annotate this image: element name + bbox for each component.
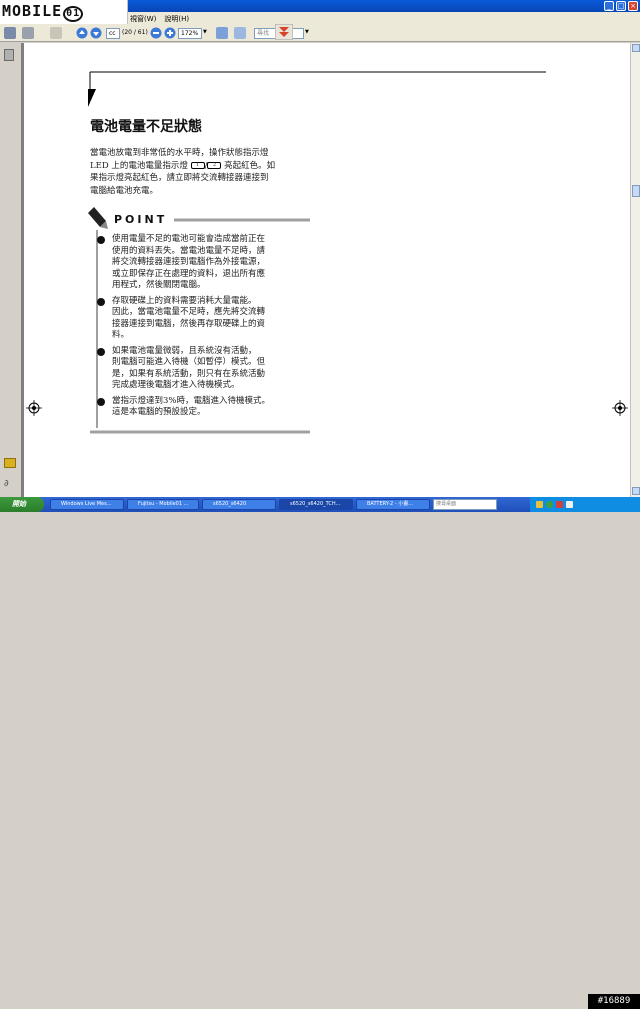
list-item: 存取硬碟上的資料需要消耗大量電能。 因此，當電池電量不足時，應先將交流轉 接器連接到… [94,296,314,342]
bullet-list: 使用電量不足的電池可能會造成當前正在 使用的資料丟失。當電池電量不足時，請 將交流轉… [94,234,314,419]
list-item: 當指示燈達到3%時，電腦進入待機模式。 這是本電腦的預設設定。 [94,396,314,419]
desktop-search-input[interactable]: 搜尋桌面 [433,499,497,510]
battery-indicator-icon-1: 1 [190,161,205,169]
page-heading: 電池電量不足狀態 [90,119,202,135]
email-icon[interactable] [22,27,34,39]
fit-page-icon[interactable] [216,27,228,39]
scroll-up-icon[interactable] [632,44,640,52]
fit-width-icon[interactable] [234,27,246,39]
battery-indicator-icon-2: 2 [207,161,222,169]
intro-line: 果指示燈亮起紅色，請立即將交流轉接器連接到 [90,173,269,183]
comment-icon[interactable] [4,458,16,468]
list-item: 使用電量不足的電池可能會造成當前正在 使用的資料丟失。當電池電量不足時，請 將交流轉… [94,234,314,292]
scroll-down-icon[interactable] [632,487,640,495]
scroll-thumb[interactable] [632,185,640,197]
taskbar-item[interactable]: s6520_s6420 [202,499,276,510]
intro-paragraph: 當電池放電到非常低的水平時，操作狀態指示燈 LED 上的電池電量指示燈 1/2 … [90,147,320,197]
zoom-select[interactable]: 172% [178,28,202,39]
page-number-field[interactable]: cc [106,28,120,39]
tray-icon[interactable] [566,501,573,508]
window-controls: _ □ × [604,1,638,11]
bullet-dot [97,236,105,244]
bullet-dot [97,297,105,306]
registration-mark-right [612,400,628,416]
page-counter: (20 / 61) [122,29,148,36]
taskbar-item[interactable]: Fujitsu - Mobile01 ... [127,499,199,510]
tray-icon[interactable] [536,501,543,508]
next-page-icon[interactable] [90,27,102,39]
close-button[interactable]: × [628,1,638,11]
taskbar-item[interactable]: BATTERY-2 - 小畫... [356,499,430,510]
intro-line: LED 上的電池電量指示燈 1/2 亮起紅色。如 [90,160,276,171]
tray-icon[interactable] [546,501,553,508]
toolbar: cc (20 / 61) 172% ▼ 尋找 ▼ [0,23,640,42]
zoom-in-icon[interactable] [164,27,176,39]
attachment-icon[interactable]: ∂ [4,479,16,489]
document-page: 電池電量不足狀態 當電池放電到非常低的水平時，操作狀態指示燈 LED 上的電池電… [24,43,630,497]
prev-page-icon[interactable] [76,27,88,39]
taskbar: 開始 Windows Live Mes... Fujitsu - Mobile0… [0,497,640,1009]
bullet-dot [97,397,105,406]
intro-line: 電腦給電池充電。 [90,185,159,196]
logo-badge: 01 [63,6,84,22]
download-arrow-icon[interactable] [274,23,294,41]
taskbar-item[interactable]: s6520_s6420_TCH... [279,499,353,510]
print-icon[interactable] [4,27,16,39]
maximize-button[interactable]: □ [616,1,626,11]
system-tray [530,497,640,512]
intro-line: 當電池放電到非常低的水平時，操作狀態指示燈 [90,148,269,158]
menu-item-help[interactable]: 說明(H) [164,14,189,24]
watermark: #16889 [588,994,640,1009]
tray-icon[interactable] [556,501,563,508]
chevron-down-icon[interactable]: ▼ [203,29,207,41]
vertical-scrollbar[interactable] [630,43,640,497]
site-logo: MOBILE 01 [0,0,128,24]
bullet-dot [97,347,105,356]
hand-tool-icon[interactable] [50,27,62,39]
taskbar-item[interactable]: Windows Live Mes... [50,499,124,510]
list-item: 如果電池電量微弱，且系統沒有活動， 則電腦可能進入待機（如暫停）模式。但 是，如果有… [94,346,314,392]
search-dropdown-icon[interactable]: ▼ [305,29,309,41]
logo-text: MOBILE [2,2,63,20]
start-button[interactable]: 開始 [0,497,44,512]
point-label: POINT [114,213,168,226]
minimize-button[interactable]: _ [604,1,614,11]
navigation-panel: ∂ [0,43,22,497]
zoom-out-icon[interactable] [150,27,162,39]
pencil-icon [88,207,108,229]
menu-item-window[interactable]: 視窗(W) [130,14,156,24]
registration-mark-left [26,400,42,416]
pages-panel-icon[interactable] [4,49,14,61]
document-viewport: 電池電量不足狀態 當電池放電到非常低的水平時，操作狀態指示燈 LED 上的電池電… [22,43,630,497]
